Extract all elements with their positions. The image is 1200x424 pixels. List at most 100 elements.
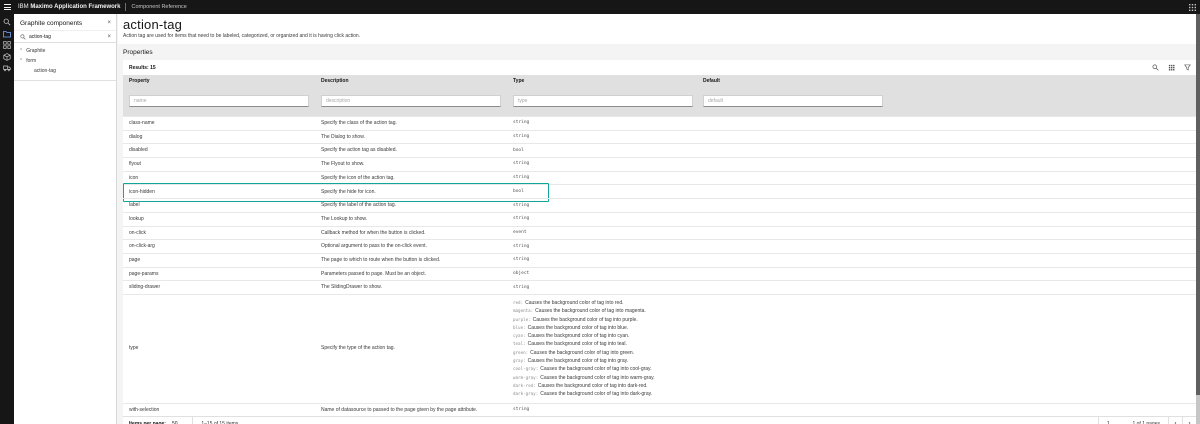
filter-icon[interactable] — [1184, 64, 1191, 71]
page-description: Action tag are used for items that need … — [123, 33, 361, 39]
previous-page-button[interactable]: ‹ — [1168, 417, 1182, 424]
property-name: type — [129, 345, 139, 352]
property-description: Specify the class of the action tag. — [321, 120, 397, 127]
properties-table-body: class-name Specify the class of the actio… — [123, 116, 1196, 416]
property-description: Parameters passed to page. Must be an ob… — [321, 270, 427, 277]
type-option: magenta: Causes the background color of t… — [513, 307, 697, 315]
vertical-scrollbar[interactable] — [1196, 14, 1200, 424]
sidebar-title: Graphite components — [20, 19, 83, 27]
properties-table: Results: 15 Property Description Type Defau… — [123, 60, 1196, 424]
items-per-page-select[interactable]: 50 ⌄ — [170, 417, 192, 424]
tree-item-form[interactable]: ⌃ form — [14, 56, 116, 66]
type-option-token: dark-gray: — [513, 391, 539, 397]
type-option-token: blue: — [513, 324, 526, 330]
pagination-left: Items per page: 50 ⌄ 1–15 of 15 items — [123, 417, 246, 424]
type-option-text: Causes the background color of tag into … — [537, 382, 648, 389]
property-type: event — [513, 229, 527, 235]
table-settings-icon[interactable] — [1168, 64, 1175, 71]
search-icon[interactable] — [1152, 64, 1159, 71]
type-option-text: Causes the background color of tag into … — [532, 316, 638, 323]
tree-item-Graphite[interactable]: ⌃ Graphite — [14, 46, 116, 56]
column-header: Default — [703, 78, 720, 84]
property-type: string — [513, 243, 530, 249]
filter-input-description[interactable] — [321, 95, 501, 107]
search-input[interactable] — [29, 33, 104, 40]
filter-input-type[interactable] — [513, 95, 693, 107]
property-type: string — [513, 216, 530, 222]
property-description: The Lookup to show. — [321, 215, 368, 222]
table-row: on-click-arg Optional argument to pass to… — [123, 239, 1196, 253]
page-select[interactable]: 1 ⌄ — [1099, 417, 1125, 424]
chevron-up-icon: ⌃ — [19, 57, 24, 64]
property-name: sliding-drawer — [129, 284, 161, 291]
table-row: icon-hidden Specify the hide for icon. boo… — [123, 183, 1196, 202]
cube-icon[interactable] — [2, 52, 12, 61]
property-type: string — [513, 257, 530, 263]
type-option-token: cool-gray: — [513, 366, 539, 372]
property-description: Specify the type of the action tag. — [321, 345, 395, 352]
type-option-text: Causes the background color of tag into … — [527, 333, 630, 340]
type-option-token: gray: — [513, 358, 526, 364]
folder-icon[interactable] — [2, 30, 12, 38]
property-type: string — [513, 134, 530, 140]
title-block: action-tag Action tag are used for items… — [118, 14, 1196, 44]
property-type: string — [513, 120, 530, 126]
next-page-button[interactable]: › — [1182, 417, 1196, 424]
filter-input-default[interactable] — [703, 95, 883, 107]
property-description: The page to which to route when the butt… — [321, 256, 441, 263]
tree-item-label: Graphite — [26, 48, 46, 54]
type-option-text: Causes the background color of tag into … — [527, 324, 629, 331]
grid-icon[interactable] — [2, 41, 12, 49]
property-name: disabled — [129, 147, 148, 154]
property-type: string — [513, 202, 530, 208]
column-header: Type — [513, 78, 525, 84]
table-row: lookup The Lookup to show. string — [123, 211, 1196, 226]
type-option: purple: Causes the background color of ta… — [513, 316, 697, 324]
tree-item-action-tag[interactable]: action-tag — [14, 66, 116, 76]
table-toolbar: Results: 15 — [123, 60, 1196, 75]
property-description: Specify the icon of the action tag. — [321, 174, 395, 181]
property-name: page — [129, 256, 141, 263]
brand-prefix: IBM — [18, 4, 29, 10]
truck-icon[interactable] — [2, 64, 12, 72]
property-name: lookup — [129, 215, 144, 222]
column-header: Description — [321, 78, 349, 84]
type-option-text: Causes the background color of tag into … — [530, 349, 635, 356]
type-option-token: dark-red: — [513, 382, 536, 388]
type-option-token: red: — [513, 299, 524, 305]
property-description: The SlidingDrawer to show. — [321, 284, 382, 291]
breadcrumb[interactable]: Component Reference — [131, 4, 186, 10]
property-name: dialog — [129, 133, 143, 140]
type-option-text: Causes the background color of tag into … — [540, 366, 652, 373]
table-row: type Specify the type of the action tag. r… — [123, 293, 1196, 403]
component-tree: ⌃ Graphite ⌃ form action-tag — [14, 43, 116, 81]
property-description: Name of datasource to passed to the page… — [321, 406, 478, 413]
section-heading: Properties — [123, 49, 153, 56]
menu-icon[interactable] — [0, 0, 14, 14]
filter-input-name[interactable] — [129, 95, 309, 107]
type-option: dark-red: Causes the background color of … — [513, 382, 697, 390]
type-option: warm-gray: Causes the background color of… — [513, 374, 697, 382]
type-option-token: green: — [513, 349, 529, 355]
type-option-text: Causes the background color of tag into … — [540, 374, 655, 381]
table-row: class-name Specify the class of the actio… — [123, 116, 1196, 130]
chevron-up-icon: ⌃ — [19, 47, 24, 54]
scrollbar-thumb[interactable] — [1196, 14, 1200, 395]
type-option: green: Causes the background color of tag… — [513, 349, 697, 357]
property-name: class-name — [129, 120, 155, 127]
type-option-token: magenta: — [513, 308, 534, 314]
app-switcher-grid-icon[interactable] — [1189, 3, 1196, 11]
search-icon[interactable] — [2, 18, 12, 26]
property-type: string — [513, 175, 530, 181]
property-description: Specify the label of the action tag. — [321, 202, 397, 209]
table-row: on-click Callback method for when the but… — [123, 225, 1196, 240]
clear-search-icon[interactable]: × — [106, 33, 112, 41]
type-option-token: teal: — [513, 341, 526, 347]
type-option-token: warm-gray: — [513, 374, 539, 380]
close-icon[interactable]: × — [106, 19, 112, 27]
property-type: string — [513, 406, 530, 412]
type-option: cyan: Causes the background color of tag … — [513, 332, 697, 340]
type-option: cool-gray: Causes the background color of… — [513, 365, 697, 373]
type-option-token: purple: — [513, 316, 531, 322]
property-description: The Flyout to show. — [321, 161, 365, 168]
